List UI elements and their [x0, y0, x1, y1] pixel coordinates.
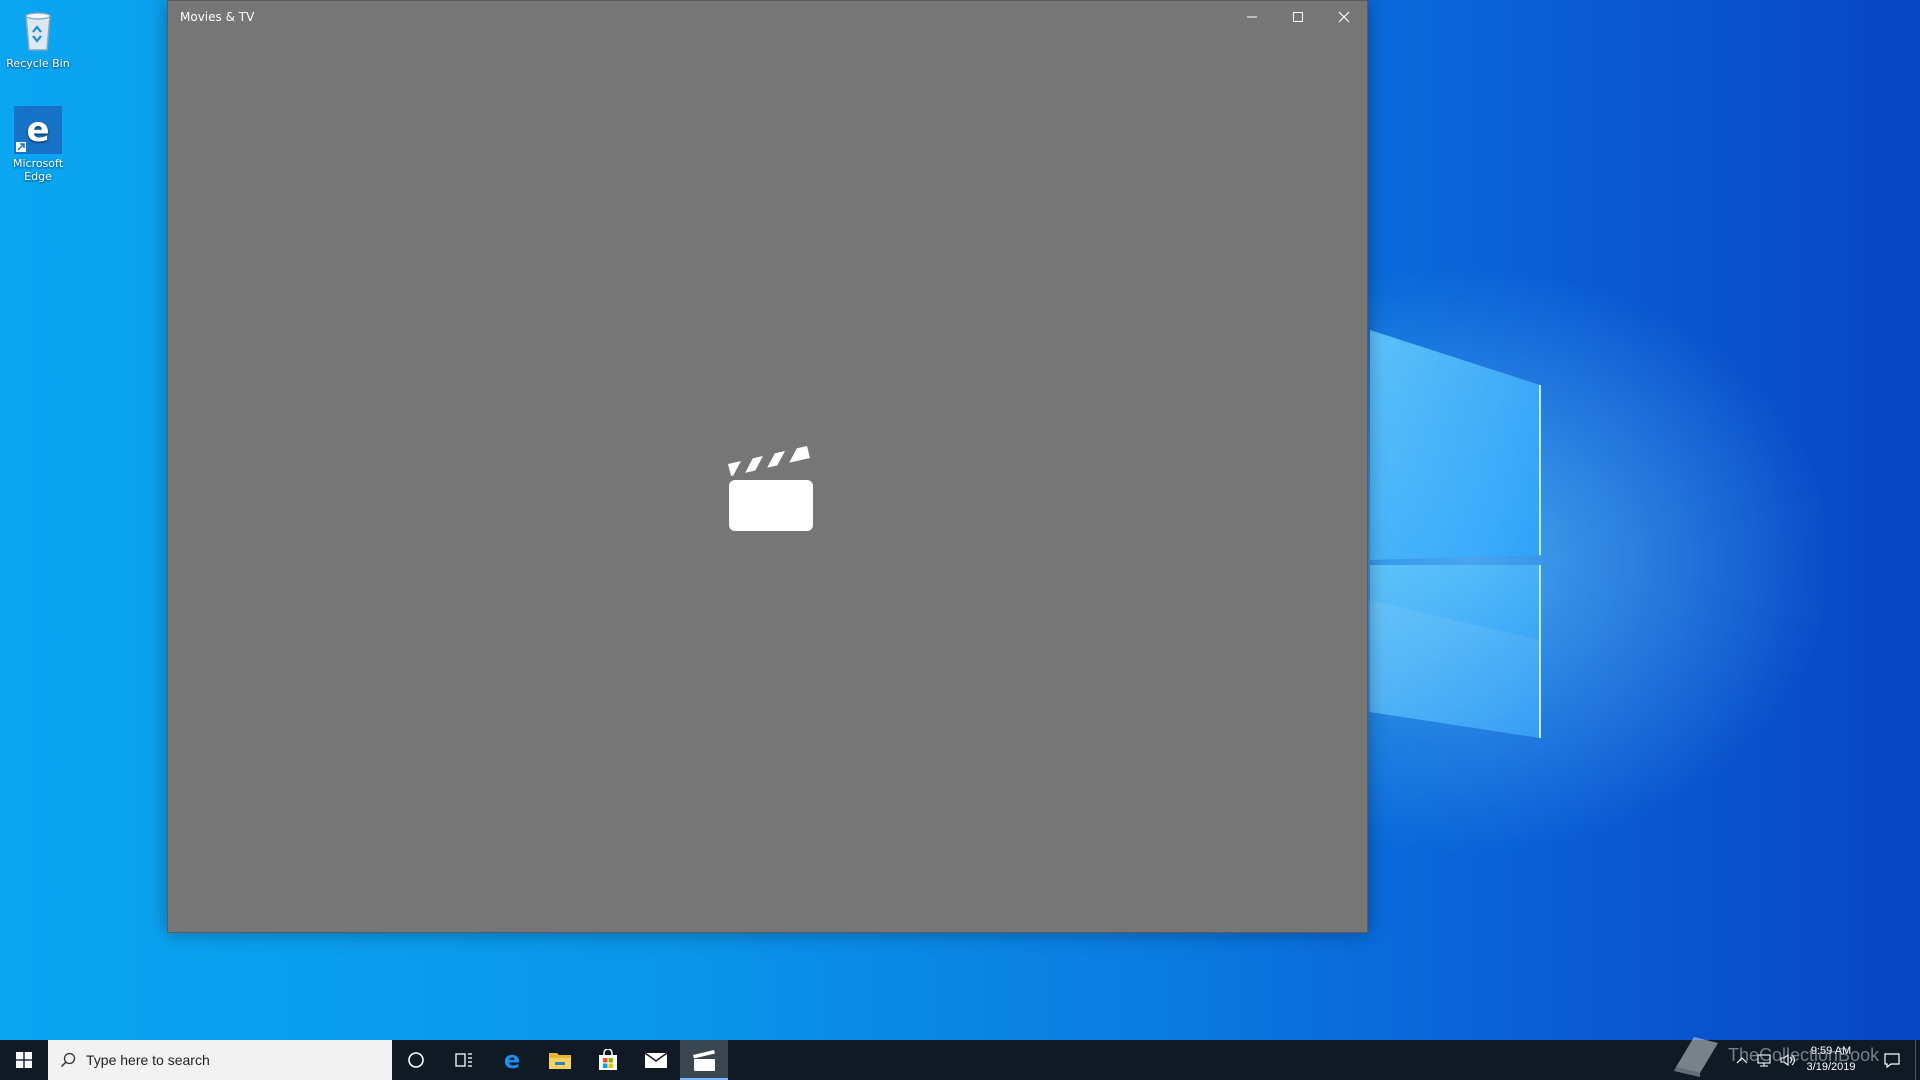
clapperboard-icon — [693, 1050, 715, 1071]
store-button[interactable] — [584, 1040, 632, 1080]
watermark-text: TheCollectionBook — [1728, 1044, 1880, 1065]
title-bar[interactable]: Movies & TV — [168, 1, 1367, 33]
mail-button[interactable] — [632, 1040, 680, 1080]
maximize-button[interactable] — [1275, 1, 1321, 33]
taskbar: Type here to search e 9:59 AM 3/19/2019 — [0, 1040, 1920, 1080]
store-bag-icon — [599, 1049, 617, 1070]
movies-tv-window[interactable]: Movies & TV — [167, 0, 1368, 933]
book-logo-icon — [1674, 1037, 1718, 1077]
cortana-circle-icon — [408, 1052, 424, 1068]
close-button[interactable] — [1321, 1, 1367, 33]
minimize-button[interactable] — [1229, 1, 1275, 33]
desktop-icon-recycle-bin[interactable]: Recycle Bin — [0, 6, 76, 70]
search-icon — [60, 1052, 76, 1068]
recycle-bin-icon — [14, 6, 62, 54]
desktop-icon-microsoft-edge[interactable]: e Microsoft Edge — [0, 106, 76, 183]
edge-icon: e — [14, 106, 62, 154]
taskbar-search-box[interactable]: Type here to search — [48, 1040, 392, 1080]
window-title: Movies & TV — [180, 10, 255, 24]
close-icon — [1338, 11, 1350, 23]
edge-icon: e — [504, 1048, 520, 1072]
mail-icon — [644, 1052, 668, 1068]
clapperboard-icon — [723, 436, 813, 531]
start-button[interactable] — [0, 1040, 48, 1080]
minimize-icon — [1247, 16, 1257, 18]
cortana-button[interactable] — [392, 1040, 440, 1080]
svg-text:e: e — [26, 110, 49, 150]
watermark: TheCollectionBook — [1668, 1030, 1908, 1080]
edge-label: Microsoft Edge — [12, 157, 64, 183]
movies-tv-taskbar-button[interactable] — [680, 1040, 728, 1080]
taskbar-edge-button[interactable]: e — [488, 1040, 536, 1080]
show-desktop-button[interactable] — [1915, 1040, 1920, 1080]
maximize-icon — [1293, 12, 1303, 22]
recycle-bin-label: Recycle Bin — [6, 57, 70, 70]
folder-icon — [549, 1053, 571, 1069]
task-view-button[interactable] — [440, 1040, 488, 1080]
svg-text:e: e — [504, 1048, 520, 1072]
task-view-icon — [455, 1053, 472, 1067]
windows-start-icon — [16, 1052, 32, 1068]
search-placeholder: Type here to search — [86, 1052, 210, 1068]
file-explorer-button[interactable] — [536, 1040, 584, 1080]
